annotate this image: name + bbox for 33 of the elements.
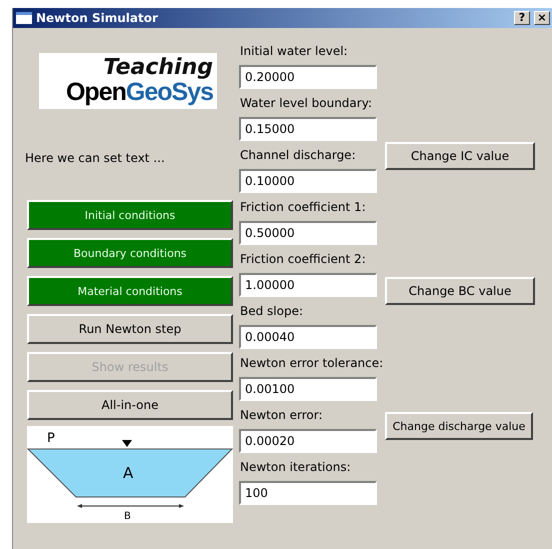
input-field[interactable]: 0.10000 bbox=[239, 169, 377, 193]
input-field[interactable]: 0.00100 bbox=[239, 377, 377, 401]
input-field[interactable]: 0.00020 bbox=[239, 429, 377, 453]
input-field[interactable]: 0.50000 bbox=[239, 221, 377, 245]
field-label: Newton iterations: bbox=[240, 459, 352, 476]
input-field[interactable]: 0.15000 bbox=[239, 117, 377, 141]
field-label: Newton error tolerance: bbox=[240, 355, 384, 372]
field-label: Friction coefficient 1: bbox=[240, 199, 367, 216]
change-button[interactable]: Change IC value bbox=[385, 142, 535, 170]
field-label: Bed slope: bbox=[240, 303, 304, 320]
logo: Teaching OpenGeoSys bbox=[39, 53, 217, 109]
input-field[interactable]: 1.00000 bbox=[239, 273, 377, 297]
close-button[interactable]: × bbox=[534, 11, 550, 25]
field-label: Water level boundary: bbox=[240, 95, 373, 112]
field-label: Newton error: bbox=[240, 407, 324, 424]
action-button[interactable]: Boundary conditions bbox=[27, 238, 233, 268]
change-button[interactable]: Change BC value bbox=[385, 277, 535, 305]
field-label: Channel discharge: bbox=[240, 147, 357, 164]
input-field[interactable]: 0.20000 bbox=[239, 65, 377, 89]
action-button[interactable]: Initial conditions bbox=[27, 200, 233, 230]
action-button[interactable]: Run Newton step bbox=[27, 314, 233, 344]
input-field[interactable]: 100 bbox=[239, 481, 377, 505]
field-label: Friction coefficient 2: bbox=[240, 251, 367, 268]
change-button[interactable]: Change discharge value bbox=[385, 412, 533, 440]
window-icon bbox=[16, 12, 32, 24]
action-button[interactable]: Material conditions bbox=[27, 276, 233, 306]
window-title: Newton Simulator bbox=[36, 11, 159, 25]
channel-diagram: P A B bbox=[27, 426, 233, 523]
info-text: Here we can set text ... bbox=[25, 151, 166, 165]
action-button[interactable]: All-in-one bbox=[27, 390, 233, 420]
field-label: Initial water level: bbox=[240, 43, 349, 60]
input-field[interactable]: 0.00040 bbox=[239, 325, 377, 349]
help-button[interactable]: ? bbox=[514, 11, 530, 25]
